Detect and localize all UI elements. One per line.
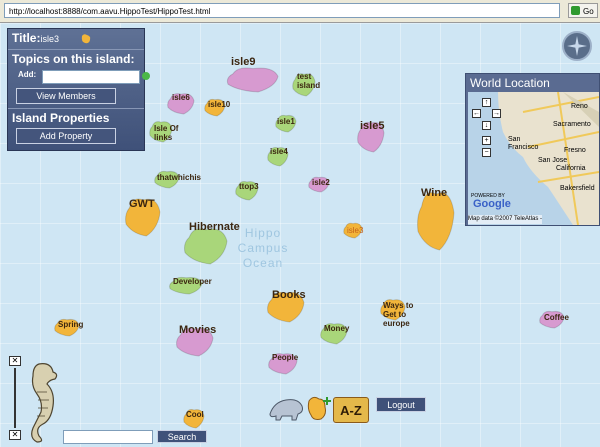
search-input[interactable] (63, 430, 153, 444)
island-label-money[interactable]: Money (324, 324, 349, 333)
island-icon (82, 34, 91, 44)
island-label-ways-to-get-to-europe[interactable]: Ways to Get to europe (383, 301, 417, 328)
island-label-cool[interactable]: Cool (186, 410, 204, 419)
zoom-slider[interactable]: ✕ ✕ (9, 356, 21, 442)
topics-heading: Topics on this island: (12, 52, 135, 66)
island-panel: Title:isle3 Topics on this island: Add: … (7, 28, 150, 151)
island-label-ttop3[interactable]: ttop3 (239, 182, 259, 191)
city-label: Reno (571, 103, 588, 110)
a-z-index-button[interactable]: A-Z (333, 397, 369, 423)
island-label-spring[interactable]: Spring (58, 320, 83, 329)
island-label-hibernate[interactable]: Hibernate (189, 222, 240, 233)
city-label: California (556, 165, 586, 172)
add-topic-row: Add: (18, 70, 150, 84)
island-label-isle3[interactable]: isle3 (347, 226, 363, 235)
island-label-isle6[interactable]: isle6 (172, 93, 190, 102)
compass-icon[interactable] (562, 31, 592, 61)
city-label: Bakersfield (560, 185, 595, 192)
title-row: Title:isle3 (12, 31, 140, 45)
title-section: Title:isle3 (8, 29, 144, 50)
view-members-button[interactable]: View Members (16, 88, 116, 104)
confirm-icon[interactable] (142, 72, 150, 80)
island-shape[interactable] (183, 228, 228, 265)
island-label-developer[interactable]: Developer (173, 277, 212, 286)
island-label-gwt[interactable]: GWT (129, 199, 155, 210)
properties-heading: Island Properties (12, 111, 110, 125)
island-label-test-island[interactable]: test island (297, 72, 327, 90)
title-label: Title: (12, 31, 41, 45)
island-label-people[interactable]: People (272, 353, 298, 362)
google-logo: Google (473, 198, 511, 210)
compass-rose-icon (567, 36, 587, 56)
title-value[interactable]: isle3 (40, 34, 59, 44)
city-label: Fresno (564, 147, 586, 154)
island-label-thatwhichis[interactable]: thatwhichis (157, 173, 201, 182)
world-map[interactable]: ↑ ← → ↓ + − Reno Sacramento San Francisc… (468, 92, 599, 225)
seahorse-icon (31, 363, 58, 443)
island-shape[interactable] (226, 67, 279, 93)
island-shape[interactable] (417, 192, 455, 251)
island-label-wine[interactable]: Wine (421, 188, 447, 199)
map-copyright: Map data ©2007 TeleAtlas - (468, 215, 543, 224)
zoom-track[interactable] (14, 368, 16, 428)
city-label: Sacramento (553, 121, 591, 128)
add-label: Add: (18, 70, 37, 79)
zoom-max-icon[interactable]: ✕ (9, 356, 21, 366)
island-label-isle5[interactable]: isle5 (360, 121, 384, 132)
properties-section: Island Properties Add Property (8, 109, 144, 150)
city-label: San Francisco (508, 136, 539, 151)
pan-left-button[interactable]: ← (472, 109, 481, 118)
zoom-min-icon[interactable]: ✕ (9, 430, 21, 440)
island-label-books[interactable]: Books (272, 290, 306, 301)
zoom-in-button[interactable]: + (482, 136, 491, 145)
island-label-isle1[interactable]: isle1 (277, 117, 295, 126)
island-label-isle2[interactable]: isle2 (312, 178, 330, 187)
world-location-title: World Location (470, 76, 550, 90)
world-location-panel: World Location ↑ ← → ↓ + − Reno Sacramen… (465, 73, 600, 226)
add-topic-input[interactable] (42, 70, 140, 84)
topics-section: Topics on this island: Add: View Members (8, 50, 150, 109)
island-label-isle9[interactable]: isle9 (231, 57, 255, 68)
island-label-coffee[interactable]: Coffee (544, 313, 569, 322)
island-label-isle-of-links[interactable]: Isle Of links (154, 124, 180, 142)
island-label-isle4[interactable]: isle4 (270, 147, 288, 156)
pan-down-button[interactable]: ↓ (482, 121, 491, 130)
logout-button[interactable]: Logout (376, 397, 426, 412)
zoom-out-button[interactable]: − (482, 148, 491, 157)
hippo-icon[interactable] (266, 394, 306, 422)
new-island-icon[interactable] (305, 395, 333, 423)
pan-right-button[interactable]: → (492, 109, 501, 118)
island-label-movies[interactable]: Movies (179, 325, 216, 336)
island-label-isle10[interactable]: isle10 (208, 100, 230, 109)
search-button[interactable]: Search (157, 430, 207, 443)
pan-up-button[interactable]: ↑ (482, 98, 491, 107)
add-property-button[interactable]: Add Property (16, 128, 116, 144)
